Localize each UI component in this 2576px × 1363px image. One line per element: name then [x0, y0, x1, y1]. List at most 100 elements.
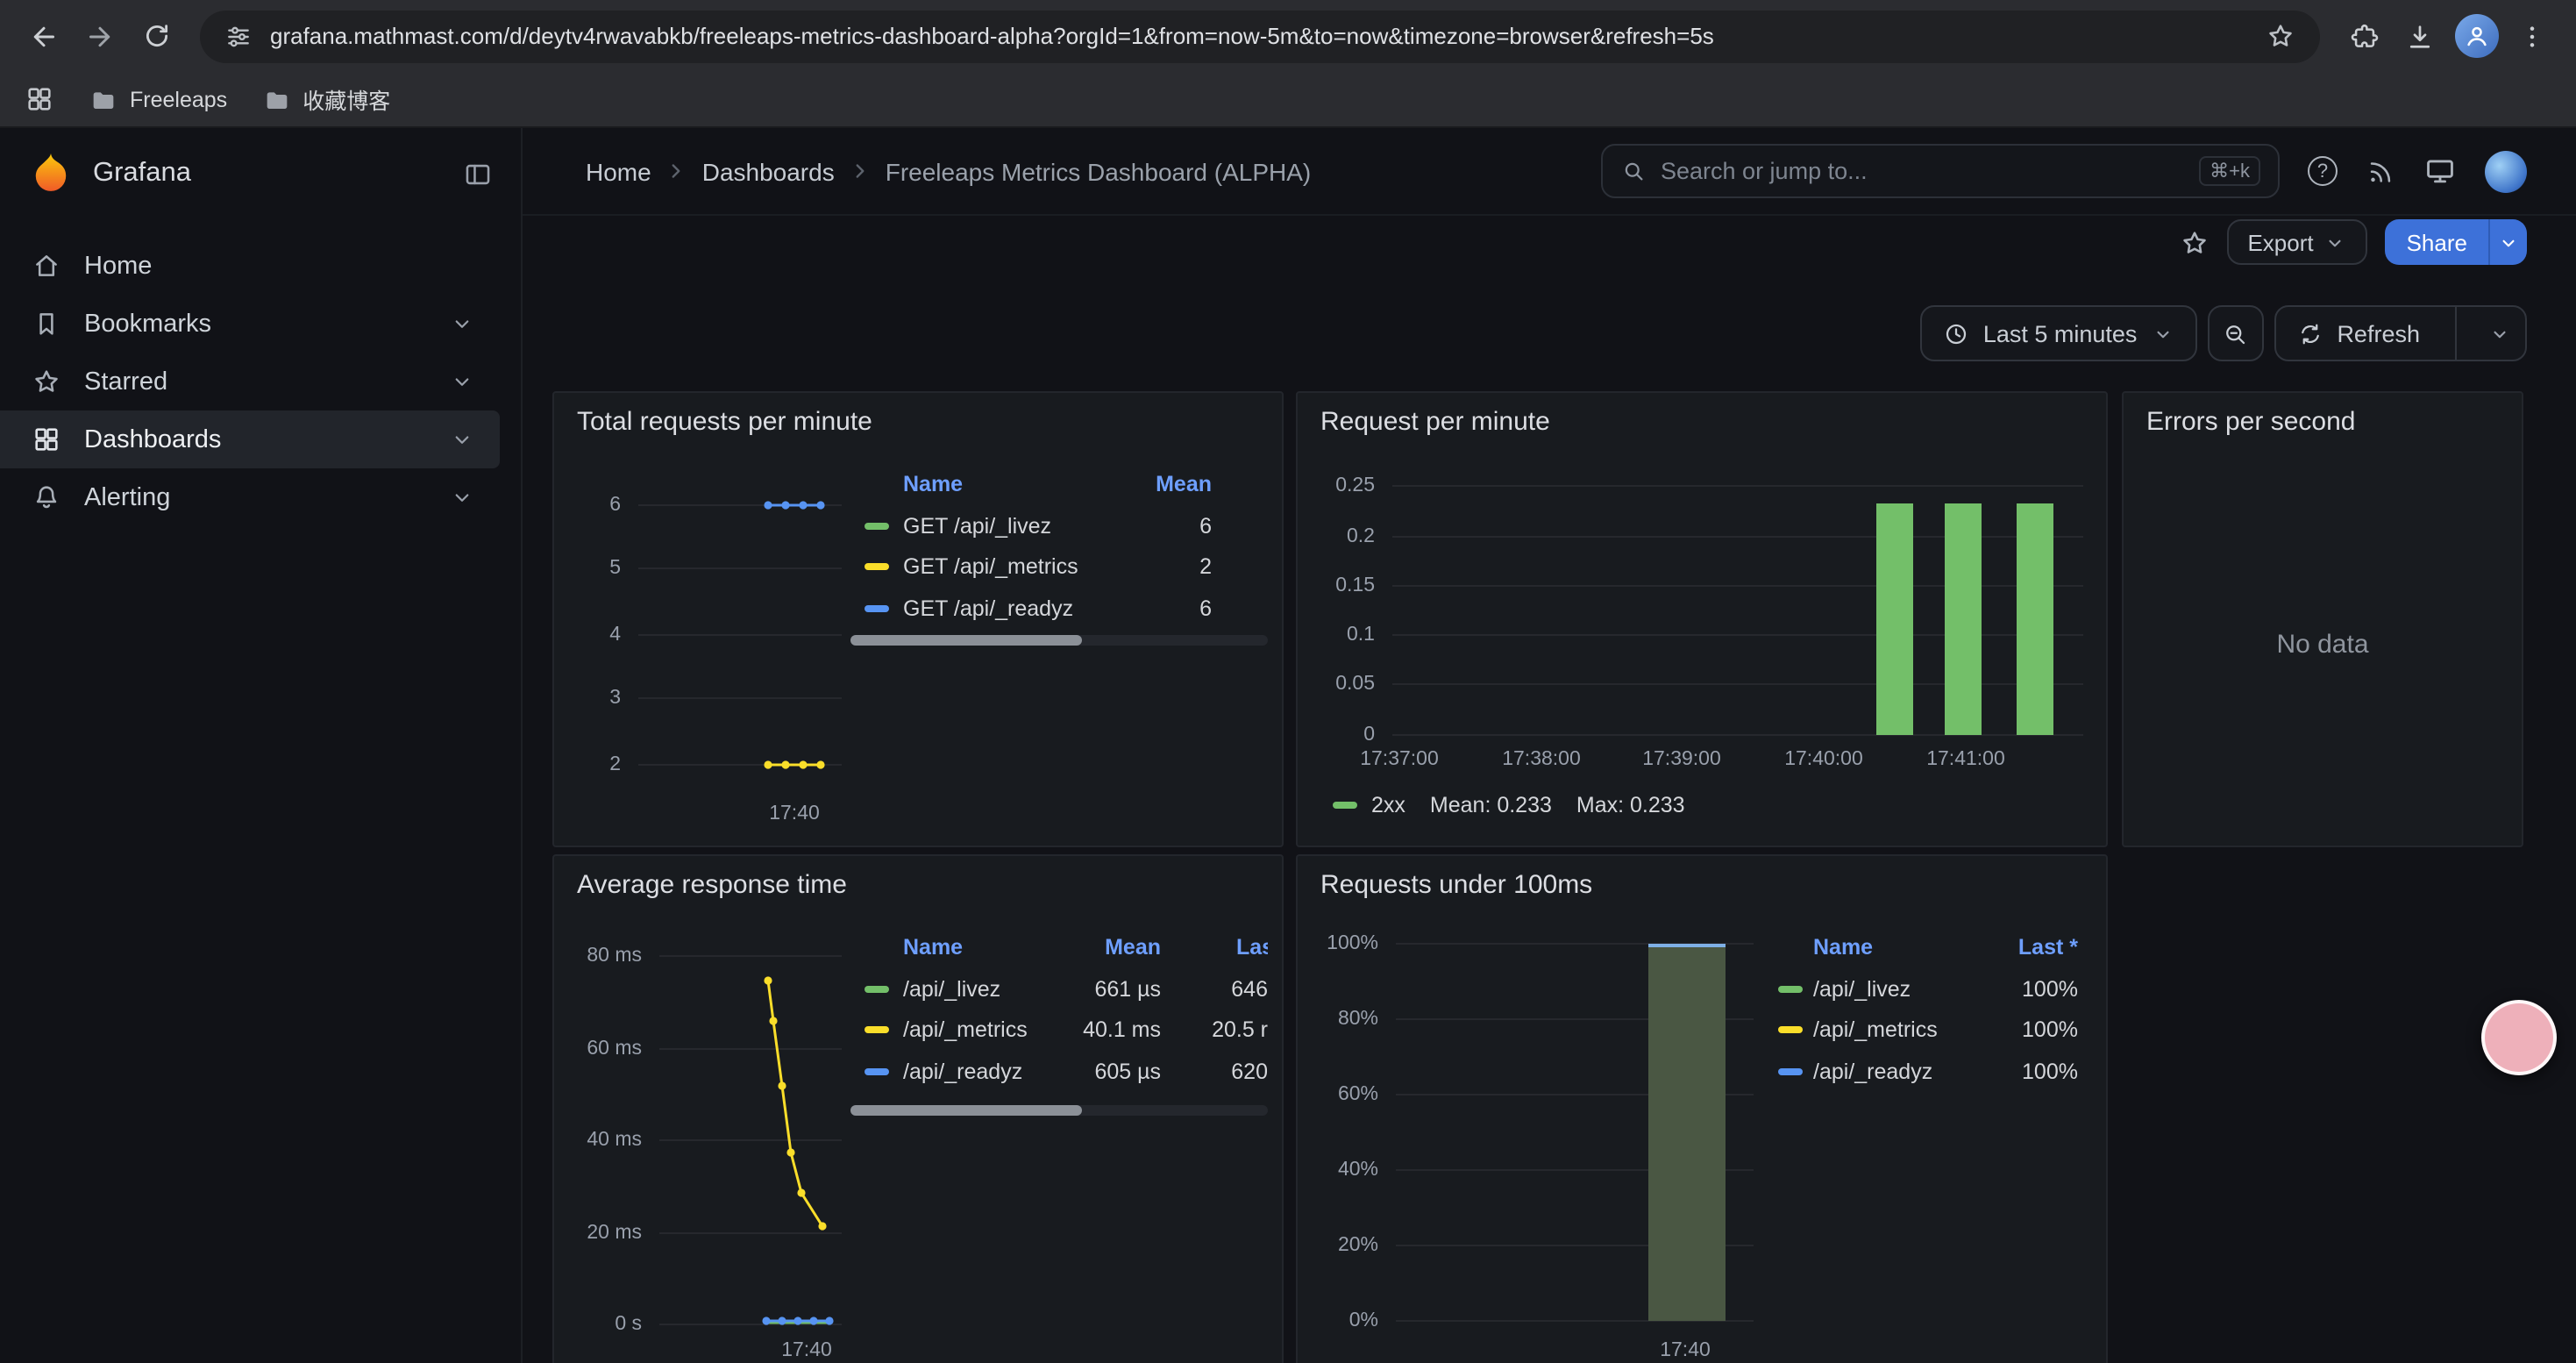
series-swatch-yellow[interactable] — [1778, 1026, 1803, 1033]
timeseries-chart[interactable] — [631, 484, 849, 786]
y-tick: 80 ms — [554, 946, 642, 967]
back-button[interactable] — [18, 10, 70, 62]
y-tick: 0.2 — [1298, 526, 1375, 547]
legend-mean-value: 605 µs — [1008, 1058, 1161, 1086]
legend-col-last[interactable]: Las — [1236, 933, 1268, 961]
legend-table: Name Mean GET /api/_livez 6 GET /api/_me… — [850, 467, 1268, 628]
bar-chart[interactable] — [1389, 933, 1761, 1333]
legend-table: Name Last * /api/_livez 100% /api/_metri… — [1771, 930, 2096, 1098]
zoom-out-icon — [2222, 320, 2248, 346]
legend-series[interactable]: 2xx — [1333, 793, 1405, 817]
legend-series-name[interactable]: GET /api/_metrics — [903, 553, 1078, 581]
refresh-interval-button[interactable] — [2474, 322, 2525, 345]
bookmark-folder-freeleaps[interactable]: Freeleaps — [89, 85, 227, 113]
chevron-down-icon[interactable] — [449, 426, 475, 453]
site-settings-tune-icon[interactable] — [224, 22, 253, 50]
reload-button[interactable] — [130, 10, 182, 62]
bookmark-folder-blogs[interactable]: 收藏博客 — [262, 82, 390, 116]
extensions-button[interactable] — [2338, 10, 2390, 62]
series-swatch-blue[interactable] — [1778, 1068, 1803, 1075]
refresh-button[interactable]: Refresh — [2275, 320, 2437, 346]
news-button[interactable] — [2366, 156, 2395, 186]
panel-title: Request per minute — [1320, 407, 1550, 437]
user-avatar[interactable] — [2485, 150, 2527, 192]
sidebar-item-home[interactable]: Home — [0, 237, 500, 295]
legend-scrollbar[interactable] — [850, 635, 1268, 646]
y-tick: 4 — [554, 624, 621, 646]
y-tick: 40 ms — [554, 1130, 642, 1151]
assistant-avatar[interactable] — [2481, 1000, 2557, 1075]
legend-series-name[interactable]: /api/_readyz — [903, 1058, 1022, 1086]
series-swatch-blue[interactable] — [865, 605, 889, 612]
url-input[interactable] — [270, 23, 2248, 49]
chevron-down-icon[interactable] — [449, 310, 475, 337]
legend-mean-value: 2 — [1061, 553, 1212, 581]
collapse-sidebar-button[interactable] — [463, 159, 493, 189]
downloads-button[interactable] — [2394, 10, 2446, 62]
breadcrumb-dashboards[interactable]: Dashboards — [702, 157, 835, 185]
url-bar[interactable] — [200, 10, 2320, 62]
browser-avatar — [2454, 14, 2498, 58]
favorite-dashboard-button[interactable] — [2179, 227, 2209, 257]
refresh-split-button: Refresh — [2274, 305, 2527, 361]
share-button[interactable]: Share — [2386, 219, 2488, 265]
browser-menu-button[interactable] — [2506, 10, 2558, 62]
legend-col-name[interactable]: Name — [1813, 933, 1873, 961]
sidebar-item-bookmarks[interactable]: Bookmarks — [0, 295, 500, 353]
chevron-down-icon[interactable] — [449, 484, 475, 510]
series-swatch-green[interactable] — [1778, 986, 1803, 993]
legend-series-name[interactable]: /api/_livez — [1813, 975, 1911, 1003]
bookmark-star-icon[interactable] — [2266, 21, 2295, 51]
series-swatch-blue[interactable] — [865, 1068, 889, 1075]
sidebar-item-alerting[interactable]: Alerting — [0, 468, 500, 526]
search-input[interactable] — [1661, 158, 2185, 184]
help-button[interactable]: ? — [2308, 156, 2338, 186]
legend-col-mean[interactable]: Mean — [1008, 933, 1161, 961]
forward-button[interactable] — [74, 10, 126, 62]
folder-icon — [89, 85, 117, 113]
search-box[interactable]: ⌘+k — [1601, 144, 2280, 198]
share-split-button: Share — [2386, 219, 2527, 265]
legend-series-name[interactable]: /api/_metrics — [1813, 1016, 1938, 1044]
series-swatch-green[interactable] — [865, 986, 889, 993]
chevron-down-icon[interactable] — [449, 368, 475, 395]
sidebar-item-dashboards[interactable]: Dashboards — [0, 410, 500, 468]
legend-col-mean[interactable]: Mean — [1061, 470, 1212, 498]
legend-mean-value: 40.1 ms — [1008, 1016, 1161, 1044]
legend-series-name: 2xx — [1371, 793, 1405, 817]
timeseries-chart[interactable] — [652, 947, 849, 1361]
legend-series-name[interactable]: /api/_readyz — [1813, 1058, 1932, 1086]
kiosk-mode-button[interactable] — [2423, 154, 2457, 188]
legend-last-value: 620 — [1163, 1058, 1268, 1086]
y-tick: 2 — [554, 754, 621, 775]
profile-button[interactable] — [2450, 10, 2502, 62]
y-tick: 60 ms — [554, 1038, 642, 1060]
legend-series-name[interactable]: /api/_livez — [903, 975, 1000, 1003]
reload-icon — [141, 21, 171, 51]
time-range-picker[interactable]: Last 5 minutes — [1920, 305, 2197, 361]
sidebar-item-starred[interactable]: Starred — [0, 353, 500, 410]
legend-col-name[interactable]: Name — [903, 470, 963, 498]
series-swatch-yellow[interactable] — [865, 1026, 889, 1033]
chevron-right-icon — [665, 160, 688, 182]
legend-series-name[interactable]: GET /api/_livez — [903, 512, 1051, 540]
series-swatch-yellow[interactable] — [865, 563, 889, 570]
apps-grid-button[interactable] — [25, 84, 54, 114]
breadcrumb-home[interactable]: Home — [586, 157, 651, 185]
legend-col-last[interactable]: Last * — [1938, 933, 2078, 961]
person-icon — [2463, 23, 2489, 49]
folder-icon — [262, 85, 290, 113]
zoom-out-time-button[interactable] — [2207, 305, 2263, 361]
share-menu-button[interactable] — [2488, 219, 2527, 265]
legend-series-name[interactable]: GET /api/_readyz — [903, 595, 1073, 623]
series-swatch-green[interactable] — [865, 523, 889, 530]
x-tick: 17:40 — [1633, 1340, 1738, 1361]
legend-col-name[interactable]: Name — [903, 933, 963, 961]
legend-scrollbar[interactable] — [850, 1105, 1268, 1116]
x-tick: 17:39:00 — [1626, 749, 1738, 770]
y-tick: 0% — [1298, 1310, 1378, 1331]
bar-chart[interactable] — [1392, 477, 2087, 744]
export-button[interactable]: Export — [2226, 219, 2367, 265]
grafana-logo[interactable] — [28, 151, 74, 196]
y-tick: 100% — [1298, 933, 1378, 954]
